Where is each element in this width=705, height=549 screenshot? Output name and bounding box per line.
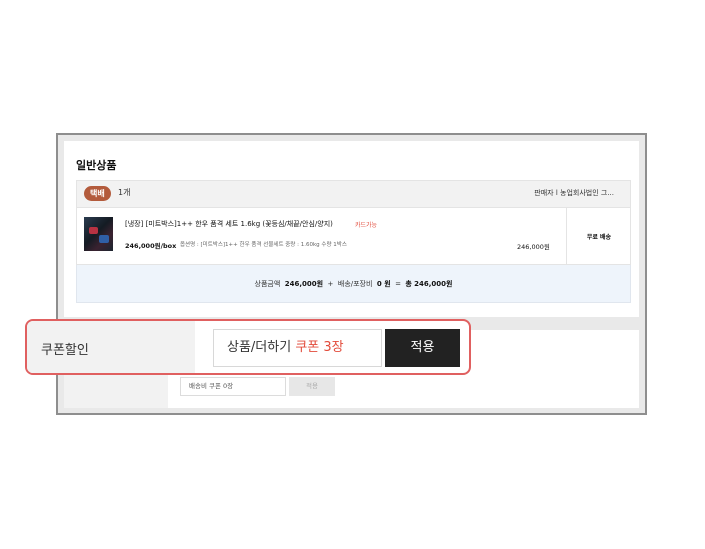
card-available-note: 카드가능 [355, 222, 378, 229]
shipping-label: 무료 배송 [586, 234, 612, 241]
product-coupon-field[interactable]: 상품/더하기 쿠폰 3장 [213, 329, 382, 367]
delivery-group-header: 택배 1개 판매자 l 농업회사법인 그... [76, 180, 631, 208]
delivery-badge: 택배 [84, 186, 111, 201]
item-total: 246,000원 [517, 243, 550, 251]
coupon-discount-callout: 쿠폰할인 상품/더하기 쿠폰 3장 적용 [25, 319, 471, 375]
shipping-coupon-apply-button[interactable]: 적용 [289, 377, 335, 396]
shipping-coupon-field[interactable]: 배송비 쿠폰 0장 [180, 377, 286, 396]
equals-sign: = [395, 280, 401, 288]
seller-name[interactable]: 판매자 l 농업회사법인 그... [534, 188, 614, 198]
coupon-discount-label: 쿠폰할인 [41, 343, 89, 358]
product-name[interactable]: [냉장] [미트박스]1++ 한우 품격 세트 1.6kg (꽃등심/채끝/안심… [125, 219, 333, 229]
product-amount-label: 상품금액 [254, 280, 281, 288]
coupon-count: 쿠폰 3장 [295, 340, 344, 355]
product-amount: 246,000원 [284, 280, 324, 288]
coupon-field-text: 상품/더하기 [227, 340, 292, 355]
coupon-apply-button[interactable]: 적용 [385, 329, 460, 367]
option-info: 옵션명 : [미트박스]1++ 한우 품격 선물세트 중량 : 1.60kg 수… [180, 242, 347, 248]
price-summary: 상품금액 246,000원 + 배송/포장비 0 원 = 총 246,000원 [76, 265, 631, 303]
total-amount: 246,000원 [414, 280, 453, 288]
shipping-cell: 무료 배송 [566, 208, 631, 264]
shipping-fee-amount: 0 원 [376, 280, 391, 288]
general-products-panel: 일반상품 택배 1개 판매자 l 농업회사법인 그... [냉장] [미트박스]… [64, 141, 639, 317]
total-label: 총 [405, 280, 412, 288]
coupon-label-cell: 쿠폰할인 [27, 321, 195, 373]
plus-sign: + [327, 280, 334, 288]
unit-price: 246,000원/box [125, 242, 177, 250]
shipping-fee-label: 배송/포장비 [337, 280, 373, 288]
product-row: [냉장] [미트박스]1++ 한우 품격 세트 1.6kg (꽃등심/채끝/안심… [76, 208, 631, 265]
section-title: 일반상품 [76, 159, 117, 172]
product-thumbnail[interactable] [84, 217, 113, 251]
item-count: 1개 [118, 188, 131, 197]
